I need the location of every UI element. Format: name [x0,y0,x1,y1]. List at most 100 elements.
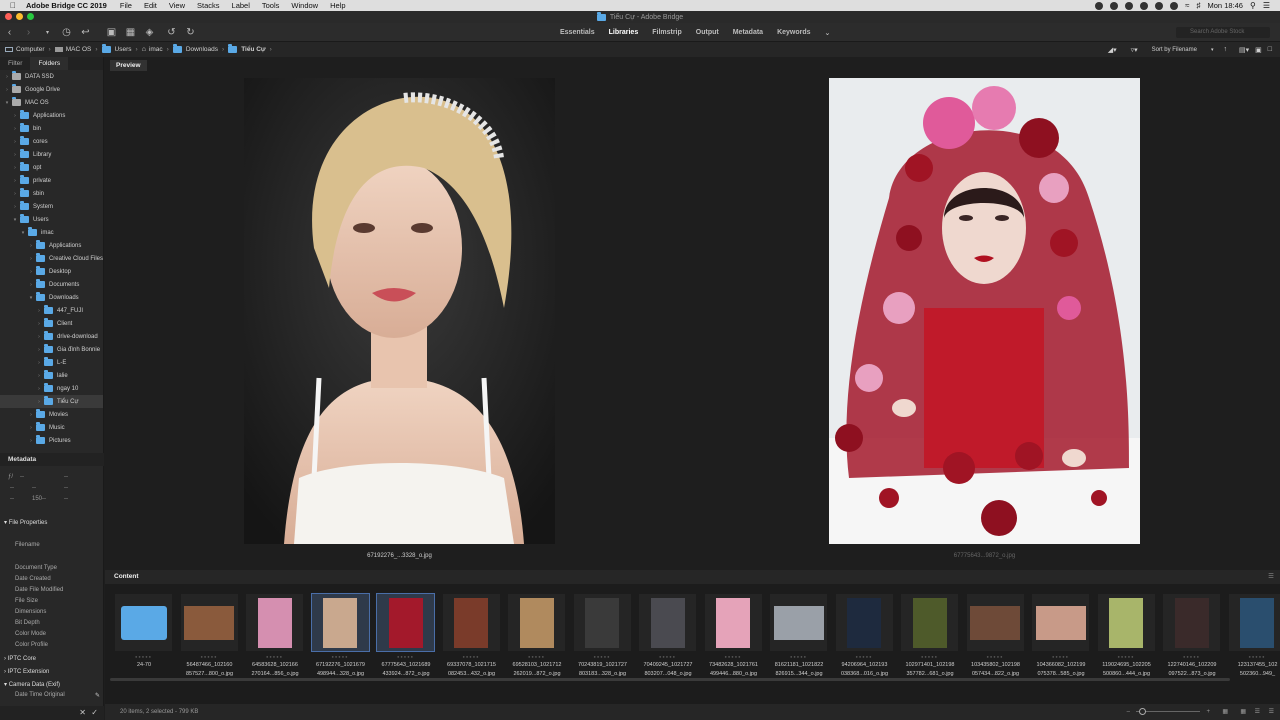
breadcrumb-computer[interactable]: Computer [16,46,45,53]
menu-stacks[interactable]: Stacks [197,1,220,10]
metadata-panel-header[interactable]: Metadata [0,453,104,466]
recent-icon[interactable]: ◷ [60,26,73,39]
rating-stars[interactable]: ●●●●● [312,654,369,659]
disclosure-arrow-icon[interactable]: › [36,373,42,379]
rating-stars[interactable]: ●●●●● [1032,654,1089,659]
folder-tree-item[interactable]: › Tiểu Cự [0,395,103,408]
disclosure-arrow-icon[interactable]: › [28,256,34,262]
content-thumbnail[interactable] [639,594,696,651]
folder-tree-item[interactable]: › Desktop [0,265,103,278]
apply-icon[interactable]: ✓ [91,708,98,717]
preview-image-left[interactable] [244,78,555,544]
rating-stars[interactable]: ●●●●● [246,654,303,659]
forward-icon[interactable]: › [22,26,35,39]
folder-tree-item[interactable]: › Movies [0,408,103,421]
notification-icon[interactable]: ☰ [1263,1,1270,10]
grid-lock-icon[interactable]: ▦ [1222,704,1228,720]
disclosure-arrow-icon[interactable]: › [36,360,42,366]
content-thumbnail[interactable] [376,593,435,652]
search-adobe-stock-input[interactable]: Search Adobe Stock [1176,27,1270,38]
disclosure-arrow-icon[interactable]: › [4,87,10,93]
quality-icon[interactable]: ◢▾ [1108,46,1117,54]
section-file-properties[interactable]: ▾ File Properties [0,517,104,529]
rating-stars[interactable]: ●●●●● [377,654,434,659]
status-icon[interactable] [1140,1,1149,10]
disclosure-arrow-icon[interactable]: › [28,412,34,418]
content-thumbnail[interactable] [966,594,1024,651]
disclosure-arrow-icon[interactable]: › [12,139,18,145]
content-thumbnail[interactable] [901,594,958,651]
disclosure-arrow-icon[interactable]: ▾ [4,100,10,106]
folder-tree-item[interactable]: › L-E [0,356,103,369]
folder-tree-item[interactable]: › opt [0,161,103,174]
breadcrumb-users[interactable]: Users [115,46,132,53]
content-thumbnail[interactable] [1228,594,1280,651]
folder-tree-item[interactable]: › System [0,200,103,213]
folder-tree-item[interactable]: › Google Drive [0,83,103,96]
rating-stars[interactable]: ●●●●● [1229,654,1280,659]
open-recent-icon[interactable]: ▤▾ [1239,46,1249,54]
disclosure-arrow-icon[interactable]: › [4,74,10,80]
horizontal-scrollbar[interactable] [110,678,1230,681]
menu-view[interactable]: View [169,1,185,10]
folder-tree-item[interactable]: › Creative Cloud Files [0,252,103,265]
breadcrumb-imac[interactable]: imac [149,46,163,53]
folder-tree-item[interactable]: › Music [0,421,103,434]
view-details-icon[interactable]: ☰ [1255,704,1260,720]
folder-tree-item[interactable]: › Applications [0,239,103,252]
disclosure-arrow-icon[interactable]: › [36,321,42,327]
workspace-output[interactable]: Output [689,29,726,36]
rotate-left-icon[interactable]: ↺ [165,26,178,39]
disclosure-arrow-icon[interactable]: › [12,152,18,158]
view-thumbnails-icon[interactable]: ▦ [1240,704,1246,720]
zoom-out-icon[interactable]: – [1127,704,1130,720]
chevron-down-icon[interactable]: ▾ [1211,47,1214,53]
content-thumbnail[interactable] [835,594,893,651]
rating-stars[interactable]: ●●●●● [639,654,696,659]
rating-stars[interactable]: ●●●●● [1163,654,1220,659]
content-thumbnail[interactable] [1097,594,1155,651]
folder-tree-item[interactable]: ▾ imac [0,226,103,239]
status-icon[interactable] [1125,1,1134,10]
section-iptc-extension[interactable]: › IPTC Extension [0,666,104,678]
folder-tree-item[interactable]: › Client [0,317,103,330]
sort-ascending-icon[interactable]: ↑ [1224,46,1228,53]
disclosure-arrow-icon[interactable]: ▾ [28,295,34,301]
new-folder-icon[interactable]: ▣ [1255,46,1262,54]
content-thumbnail[interactable] [704,594,762,651]
menu-file[interactable]: File [120,1,132,10]
folder-tree-item[interactable]: ▾ Downloads [0,291,103,304]
status-icon[interactable] [1170,1,1179,10]
disclosure-arrow-icon[interactable]: › [28,425,34,431]
menu-help[interactable]: Help [330,1,345,10]
disclosure-arrow-icon[interactable]: ▾ [12,217,18,223]
rating-stars[interactable]: ●●●●● [574,654,631,659]
section-iptc-core[interactable]: › IPTC Core [0,653,104,665]
folder-tree-item[interactable]: › lalie [0,369,103,382]
cancel-icon[interactable]: ✕ [79,708,86,717]
folder-tree-item[interactable]: › Gia đình Bonnie [0,343,103,356]
folder-tree-item[interactable]: › sbin [0,187,103,200]
content-thumbnail[interactable] [573,594,631,651]
folder-tree-item[interactable]: ▾ MAC OS [0,96,103,109]
status-icon[interactable] [1095,1,1104,10]
folder-tree-item[interactable]: › DATA SSD [0,70,103,83]
disclosure-arrow-icon[interactable]: › [12,165,18,171]
disclosure-arrow-icon[interactable]: › [12,204,18,210]
menu-window[interactable]: Window [291,1,318,10]
menu-tools[interactable]: Tools [262,1,280,10]
disclosure-arrow-icon[interactable]: › [36,386,42,392]
folder-tree-item[interactable]: › bin [0,122,103,135]
disclosure-arrow-icon[interactable]: ▾ [20,230,26,236]
rating-stars[interactable]: ●●●●● [1098,654,1155,659]
spotlight-icon[interactable]: ⚲ [1250,1,1256,10]
disclosure-arrow-icon[interactable]: › [36,308,42,314]
folder-tree-item[interactable]: › ngay 10 [0,382,103,395]
status-icon[interactable] [1110,1,1119,10]
filter-icon[interactable]: ▿▾ [1131,46,1138,54]
menu-edit[interactable]: Edit [144,1,157,10]
workspace-more-chevron-icon[interactable]: ⌄ [818,29,838,37]
open-in-camera-raw-icon[interactable]: ◈ [143,26,156,39]
rating-stars[interactable]: ●●●●● [443,654,500,659]
cloud-icon[interactable] [1155,1,1164,10]
